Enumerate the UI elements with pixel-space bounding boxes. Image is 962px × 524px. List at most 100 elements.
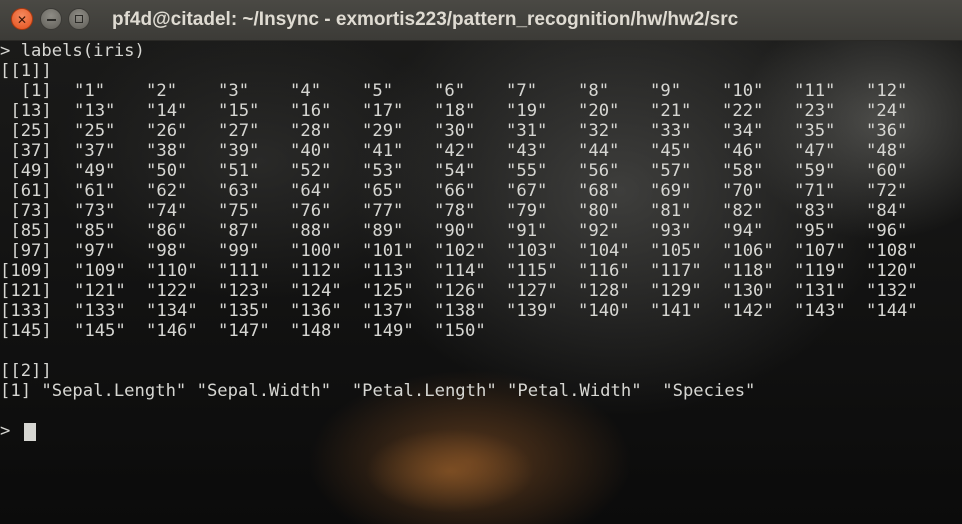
label-value: "96" (866, 221, 908, 241)
row-index: [1] (0, 81, 52, 101)
label-value: "39" (218, 141, 260, 161)
list-index-2: [[2]] (0, 361, 52, 381)
label-value: "104" (578, 241, 630, 261)
label-value: "99" (218, 241, 260, 261)
label-value: "108" (866, 241, 918, 261)
prompt: > (0, 421, 11, 441)
label-value: "19" (506, 101, 548, 121)
list-index-1: [[1]] (0, 61, 52, 81)
label-value: "43" (506, 141, 548, 161)
label-value: "76" (290, 201, 332, 221)
title-bar: ✕ pf4d@citadel: ~/Insync - exmortis223/p… (0, 0, 962, 41)
label-value: "14" (146, 101, 188, 121)
label-value: "7" (506, 81, 538, 101)
label-value: "18" (434, 101, 476, 121)
label-value: "35" (794, 121, 836, 141)
label-value: "67" (506, 181, 548, 201)
label-value: "26" (146, 121, 188, 141)
minimize-icon (47, 19, 56, 21)
label-value: "5" (362, 81, 394, 101)
label-value: "90" (434, 221, 476, 241)
label-value: "122" (146, 281, 198, 301)
command-line: > labels(iris) (0, 41, 145, 61)
label-value: "54" (434, 161, 476, 181)
label-value: "80" (578, 201, 620, 221)
label-value: "127" (506, 281, 558, 301)
label-value: "148" (290, 321, 342, 341)
label-value: "146" (146, 321, 198, 341)
label-value: "101" (362, 241, 414, 261)
label-value: "130" (722, 281, 774, 301)
row-index: [49] (0, 161, 52, 181)
label-value: "136" (290, 301, 342, 321)
label-value: "94" (722, 221, 764, 241)
label-value: "32" (578, 121, 620, 141)
names-output-line: [1] "Sepal.Length" "Sepal.Width" "Petal.… (0, 381, 756, 401)
label-value: "71" (794, 181, 836, 201)
label-value: "91" (506, 221, 548, 241)
label-value: "100" (290, 241, 342, 261)
row-index: [121] (0, 281, 52, 301)
row-index: [25] (0, 121, 52, 141)
label-value: "37" (74, 141, 116, 161)
label-value: "117" (650, 261, 702, 281)
label-value: "2" (146, 81, 178, 101)
label-value: "85" (74, 221, 116, 241)
label-value: "89" (362, 221, 404, 241)
label-value: "142" (722, 301, 774, 321)
label-value: "44" (578, 141, 620, 161)
label-value: "24" (866, 101, 908, 121)
label-value: "98" (146, 241, 188, 261)
label-value: "87" (218, 221, 260, 241)
label-value: "103" (506, 241, 558, 261)
label-value: "69" (650, 181, 692, 201)
label-value: "72" (866, 181, 908, 201)
label-value: "81" (650, 201, 692, 221)
label-value: "106" (722, 241, 774, 261)
row-index: [133] (0, 301, 52, 321)
label-value: "57" (650, 161, 692, 181)
label-value: "149" (362, 321, 414, 341)
label-value: "1" (74, 81, 106, 101)
label-value: "118" (722, 261, 774, 281)
label-value: "51" (218, 161, 260, 181)
label-value: "50" (146, 161, 188, 181)
label-value: "124" (290, 281, 342, 301)
label-value: "29" (362, 121, 404, 141)
label-value: "123" (218, 281, 270, 301)
terminal-output[interactable]: > labels(iris) [[1]] [1] "1" "2" "3" "4" "5" "… (0, 41, 962, 524)
label-value: "121" (74, 281, 126, 301)
label-value: "53" (362, 161, 404, 181)
label-value: "137" (362, 301, 414, 321)
label-value: "83" (794, 201, 836, 221)
row-index: [85] (0, 221, 52, 241)
label-value: "93" (650, 221, 692, 241)
window-title: pf4d@citadel: ~/Insync - exmortis223/pat… (112, 9, 739, 30)
label-value: "115" (506, 261, 558, 281)
label-value: "82" (722, 201, 764, 221)
label-value: "47" (794, 141, 836, 161)
maximize-button[interactable] (68, 8, 90, 30)
label-value: "36" (866, 121, 908, 141)
terminal-window: ✕ pf4d@citadel: ~/Insync - exmortis223/p… (0, 0, 962, 524)
label-value: "16" (290, 101, 332, 121)
label-value: "143" (794, 301, 846, 321)
label-value: "88" (290, 221, 332, 241)
label-value: "27" (218, 121, 260, 141)
row-index: [37] (0, 141, 52, 161)
label-value: "84" (866, 201, 908, 221)
row-index: [145] (0, 321, 52, 341)
label-value: "38" (146, 141, 188, 161)
label-value: "25" (74, 121, 116, 141)
label-value: "102" (434, 241, 486, 261)
label-value: "114" (434, 261, 486, 281)
label-value: "59" (794, 161, 836, 181)
label-value: "97" (74, 241, 116, 261)
close-button[interactable]: ✕ (11, 8, 33, 30)
label-value: "40" (290, 141, 332, 161)
row-index: [97] (0, 241, 52, 261)
label-value: "64" (290, 181, 332, 201)
minimize-button[interactable] (40, 8, 62, 30)
label-value: "134" (146, 301, 198, 321)
label-value: "140" (578, 301, 630, 321)
